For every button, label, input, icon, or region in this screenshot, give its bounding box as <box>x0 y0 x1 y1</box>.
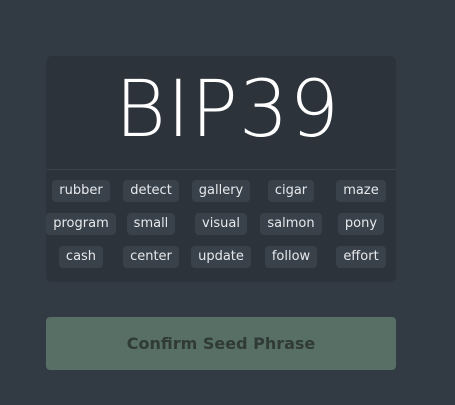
seed-word-12: center <box>123 246 179 268</box>
confirm-seed-phrase-button[interactable]: Confirm Seed Phrase <box>46 317 396 370</box>
seed-word-1: rubber <box>52 180 110 202</box>
seed-word-7: small <box>126 213 176 235</box>
seed-word-11: cash <box>58 246 104 268</box>
seed-word-6: program <box>46 213 116 235</box>
seed-word-13: update <box>191 246 251 268</box>
seed-word-2: detect <box>123 180 179 202</box>
seed-word-10: pony <box>337 213 385 235</box>
seed-word-grid: rubber detect gallery cigar maze program… <box>46 180 396 268</box>
seed-word-4: cigar <box>267 180 315 202</box>
seed-word-14: follow <box>264 246 318 268</box>
seed-word-9: salmon <box>260 213 322 235</box>
seed-word-3: gallery <box>191 180 251 202</box>
seed-word-5: maze <box>336 180 386 202</box>
card-divider <box>46 169 396 170</box>
seed-word-15: effort <box>336 246 386 268</box>
seed-word-8: visual <box>195 213 247 235</box>
page-title: BIP39 <box>114 65 341 155</box>
